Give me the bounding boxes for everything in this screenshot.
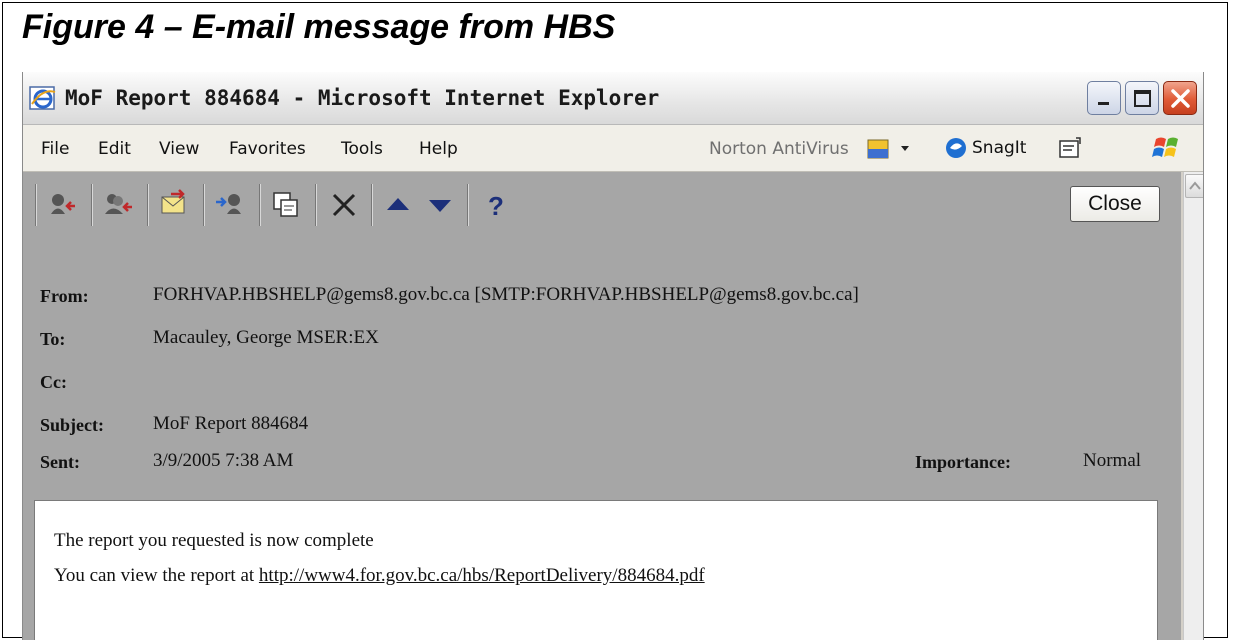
- reply-all-icon[interactable]: [101, 188, 135, 222]
- vertical-scrollbar[interactable]: [1183, 172, 1203, 640]
- close-icon: [1171, 89, 1190, 108]
- previous-icon[interactable]: [381, 188, 415, 222]
- subject-value: MoF Report 884684: [153, 413, 309, 434]
- toolbar-separator: [91, 184, 92, 226]
- body-line-2: You can view the report at http://www4.f…: [54, 565, 705, 587]
- subject-label: Subject:: [40, 415, 104, 435]
- importance-label: Importance:: [915, 452, 1011, 472]
- from-value: FORHVAP.HBSHELP@gems8.gov.bc.ca [SMTP:FO…: [153, 284, 859, 305]
- toolbar-separator: [203, 184, 204, 226]
- report-link[interactable]: http://www4.for.gov.bc.ca/hbs/ReportDeli…: [259, 565, 705, 586]
- message-body: The report you requested is now complete…: [34, 500, 1158, 640]
- delete-icon[interactable]: [327, 188, 361, 222]
- window-title: MoF Report 884684 - Microsoft Internet E…: [65, 86, 660, 110]
- window-close-button[interactable]: [1163, 81, 1197, 115]
- minimize-button[interactable]: [1087, 81, 1121, 115]
- toolbar-separator: [147, 184, 148, 226]
- snagit-icon[interactable]: [944, 136, 968, 160]
- forward-icon[interactable]: [157, 188, 191, 222]
- body-line-2-text: You can view the report at: [54, 565, 259, 586]
- next-icon[interactable]: [423, 188, 457, 222]
- maximize-icon: [1134, 90, 1151, 107]
- message-toolbar: ? Close: [23, 172, 1181, 244]
- importance-value: Normal: [1083, 450, 1142, 471]
- norton-icon[interactable]: [866, 137, 890, 161]
- from-label: From:: [40, 286, 89, 306]
- norton-antivirus-label[interactable]: Norton AntiVirus: [709, 139, 849, 159]
- toolbar-separator: [35, 184, 36, 226]
- scroll-up-button[interactable]: [1185, 174, 1203, 198]
- menu-tools[interactable]: Tools: [341, 139, 383, 159]
- sent-value: 3/9/2005 7:38 AM: [153, 450, 294, 471]
- copy-icon[interactable]: [269, 188, 303, 222]
- snagit-label[interactable]: SnagIt: [972, 138, 1026, 158]
- toolbar-separator: [315, 184, 316, 226]
- message-body-area: The report you requested is now complete…: [23, 496, 1181, 640]
- to-label: To:: [40, 329, 66, 349]
- close-message-button[interactable]: Close: [1070, 186, 1160, 222]
- message-header: From: FORHVAP.HBSHELP@gems8.gov.bc.ca [S…: [23, 244, 1181, 496]
- menu-file[interactable]: File: [41, 139, 69, 159]
- toolbar-separator: [467, 184, 468, 226]
- menu-favorites[interactable]: Favorites: [229, 139, 306, 159]
- ie-logo-icon: [29, 86, 56, 110]
- figure-caption: Figure 4 – E-mail message from HBS: [22, 8, 616, 46]
- forward-sender-icon[interactable]: [213, 188, 247, 222]
- menu-bar: File Edit View Favorites Tools Help Nort…: [23, 125, 1203, 172]
- title-bar: MoF Report 884684 - Microsoft Internet E…: [23, 72, 1203, 125]
- reply-icon[interactable]: [45, 188, 79, 222]
- menu-help[interactable]: Help: [419, 139, 458, 159]
- menu-view[interactable]: View: [159, 139, 199, 159]
- to-value: Macauley, George MSER:EX: [153, 327, 379, 348]
- ie-window: MoF Report 884684 - Microsoft Internet E…: [22, 72, 1204, 640]
- body-line-1: The report you requested is now complete: [54, 530, 374, 551]
- svg-text:?: ?: [488, 191, 504, 221]
- minimize-icon: [1098, 102, 1109, 105]
- toolbar-separator: [259, 184, 260, 226]
- menu-edit[interactable]: Edit: [98, 139, 131, 159]
- windows-logo-icon: [1152, 137, 1178, 157]
- sent-label: Sent:: [40, 452, 80, 472]
- dropdown-arrow-icon[interactable]: [899, 143, 911, 155]
- maximize-button[interactable]: [1125, 81, 1159, 115]
- snagit-capture-icon[interactable]: [1058, 136, 1084, 160]
- toolbar-separator: [371, 184, 372, 226]
- chevron-up-icon: [1189, 181, 1201, 190]
- cc-label: Cc:: [40, 372, 67, 392]
- help-icon[interactable]: ?: [479, 188, 513, 222]
